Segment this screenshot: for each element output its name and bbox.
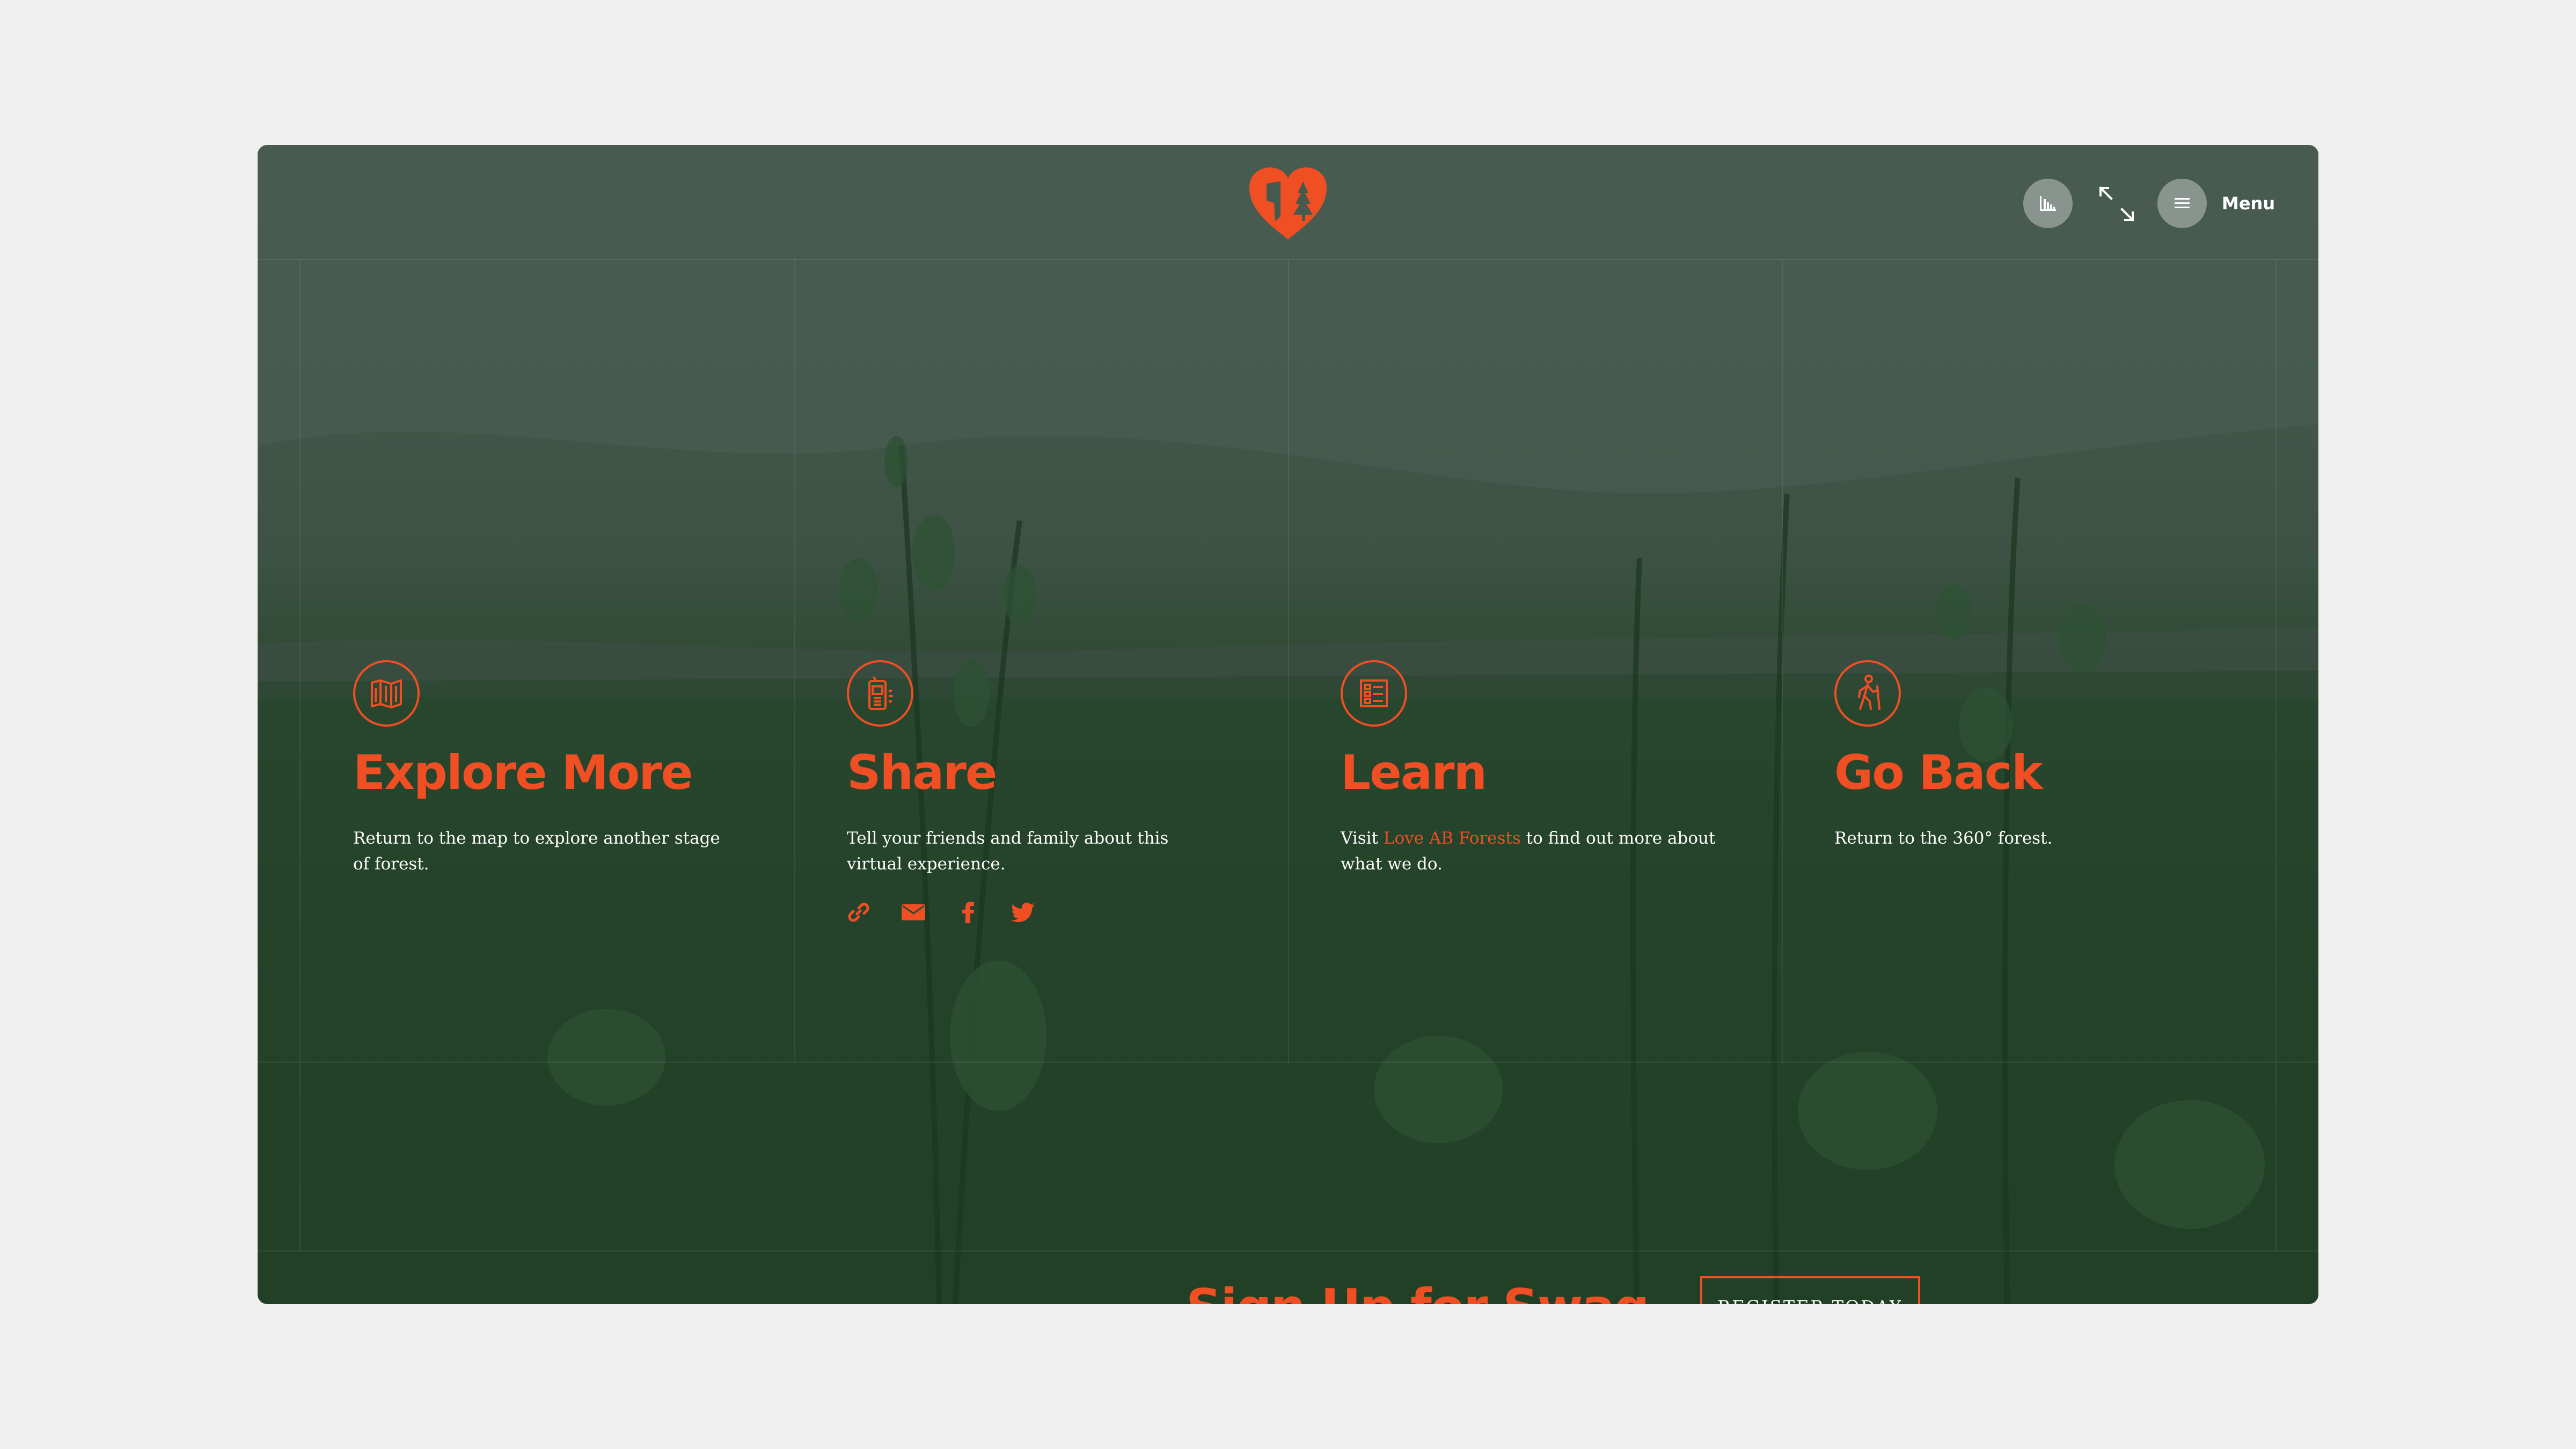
grid-line — [1288, 259, 1289, 1063]
share-text: Tell your friends and family about this … — [847, 829, 1169, 874]
map-icon — [371, 679, 402, 708]
top-bar: Menu — [258, 145, 2318, 260]
learn-text: Visit Love AB Forests to find out more a… — [1341, 825, 1716, 877]
heart-forest-logo-icon[interactable] — [1247, 165, 1329, 241]
love-ab-forests-link[interactable]: Love AB Forests — [1384, 829, 1521, 848]
facebook-icon[interactable] — [956, 901, 980, 924]
go-back-icon-button[interactable] — [1834, 660, 1901, 727]
share-icon-button[interactable] — [847, 660, 913, 727]
register-today-button[interactable]: REGISTER TODAY — [1700, 1276, 1920, 1304]
grid-line — [258, 1250, 2318, 1252]
bar-chart-icon — [2040, 196, 2056, 211]
hiker-icon — [1858, 675, 1880, 710]
news-list-icon — [1360, 679, 1388, 707]
grid-line — [299, 259, 301, 1252]
forest-experience-panel: Menu Explore More Return to the map to e… — [258, 145, 2318, 1304]
explore-more-title[interactable]: Explore More — [353, 746, 761, 800]
email-icon[interactable] — [902, 901, 925, 924]
go-back-title[interactable]: Go Back — [1834, 746, 2242, 800]
learn-title[interactable]: Learn — [1341, 746, 1748, 800]
stats-button[interactable] — [2023, 179, 2073, 228]
learn-icon-button[interactable] — [1341, 660, 1407, 727]
learn-section: Learn Visit Love AB Forests to find out … — [1341, 660, 1748, 877]
explore-more-icon-button[interactable] — [353, 660, 420, 727]
signup-section: Sign Up for Swag REGISTER TODAY — [1186, 1276, 1920, 1304]
phone-share-icon — [868, 676, 893, 710]
signup-title: Sign Up for Swag — [1186, 1278, 1650, 1305]
hamburger-icon — [2175, 198, 2190, 208]
go-back-section: Go Back Return to the 360° forest. — [1834, 660, 2242, 851]
go-back-text: Return to the 360° forest. — [1834, 829, 2053, 848]
share-section: Share Tell your friends and family about… — [847, 660, 1255, 924]
twitter-icon[interactable] — [1011, 901, 1035, 924]
grid-line — [2275, 259, 2277, 1252]
link-icon[interactable] — [847, 901, 870, 924]
explore-more-section: Explore More Return to the map to explor… — [353, 660, 761, 877]
explore-more-text: Return to the map to explore another sta… — [353, 829, 720, 874]
expand-icon[interactable] — [2093, 180, 2140, 228]
grid-line — [794, 259, 795, 1063]
menu-button[interactable]: Menu — [2157, 179, 2275, 228]
learn-text-before: Visit — [1341, 829, 1384, 848]
menu-label[interactable]: Menu — [2222, 193, 2275, 214]
share-icons-row — [847, 901, 1255, 924]
share-title[interactable]: Share — [847, 746, 1255, 800]
grid-line — [1782, 259, 1783, 1063]
menu-circle[interactable] — [2157, 179, 2207, 228]
